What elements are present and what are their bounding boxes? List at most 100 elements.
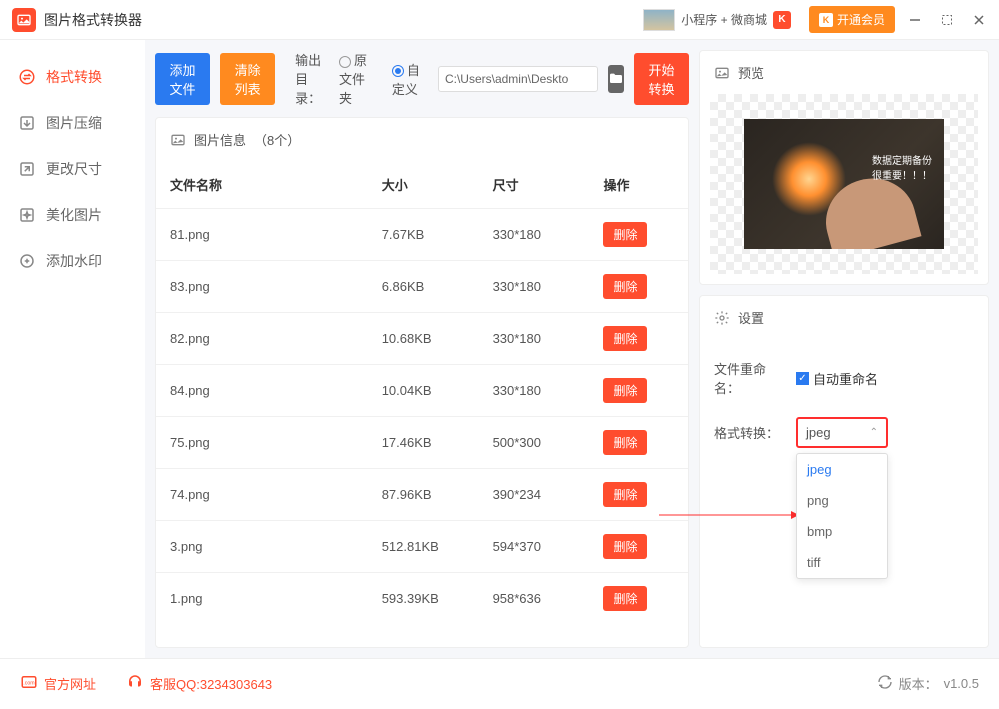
settings-title: 设置	[738, 308, 764, 327]
delete-button[interactable]: 删除	[603, 586, 647, 611]
cell-dim: 390*234	[493, 487, 604, 502]
format-option-png[interactable]: png	[797, 485, 887, 516]
preview-canvas: 数据定期备份很重要！！！	[710, 94, 978, 274]
table-row[interactable]: 84.png10.04KB330*180删除	[156, 364, 688, 416]
vip-label: 开通会员	[837, 11, 885, 28]
delete-button[interactable]: 删除	[603, 326, 647, 351]
table-row[interactable]: 1.png593.39KB958*636删除	[156, 572, 688, 624]
preview-panel: 预览 数据定期备份很重要！！！	[699, 50, 989, 285]
table-row[interactable]: 3.png512.81KB594*370删除	[156, 520, 688, 572]
table-title: 图片信息	[194, 130, 246, 149]
cell-name: 83.png	[170, 279, 382, 294]
cell-name: 74.png	[170, 487, 382, 502]
sidebar-item-beautify[interactable]: 美化图片	[18, 192, 145, 238]
vip-button[interactable]: K 开通会员	[809, 6, 895, 33]
svg-text:.com: .com	[23, 680, 35, 686]
resize-icon	[18, 160, 36, 178]
maximize-button[interactable]	[939, 12, 955, 28]
cell-name: 82.png	[170, 331, 382, 346]
sidebar-item-format[interactable]: 格式转换	[18, 54, 145, 100]
cell-name: 84.png	[170, 383, 382, 398]
vip-badge-icon: K	[819, 13, 833, 27]
delete-button[interactable]: 删除	[603, 482, 647, 507]
sidebar-item-resize[interactable]: 更改尺寸	[18, 146, 145, 192]
auto-rename-checkbox[interactable]: ✓自动重命名	[796, 369, 878, 388]
version-link[interactable]: 版本： v1.0.5	[877, 674, 979, 693]
radio-custom-folder[interactable]: 自定义	[392, 60, 420, 98]
titlebar: 图片格式转换器 小程序 + 微商城 K K 开通会员	[0, 0, 999, 40]
table-row[interactable]: 81.png7.67KB330*180删除	[156, 208, 688, 260]
rename-row: 文件重命名： ✓自动重命名	[714, 349, 974, 407]
stamp-icon	[18, 252, 36, 270]
cell-dim: 958*636	[493, 591, 604, 606]
app-logo	[12, 8, 36, 32]
delete-button[interactable]: 删除	[603, 274, 647, 299]
clear-list-button[interactable]: 清除列表	[220, 53, 275, 105]
table-row[interactable]: 82.png10.68KB330*180删除	[156, 312, 688, 364]
table-row[interactable]: 83.png6.86KB330*180删除	[156, 260, 688, 312]
delete-button[interactable]: 删除	[603, 222, 647, 247]
sidebar-item-label: 添加水印	[46, 251, 102, 271]
close-button[interactable]	[971, 12, 987, 28]
preview-icon	[714, 65, 730, 81]
output-label: 输出目录：	[295, 50, 329, 107]
format-row: 格式转换： jpeg ⌃ jpeg png bmp tiff	[714, 407, 974, 458]
cell-size: 17.46KB	[382, 435, 493, 450]
col-act: 操作	[603, 175, 674, 194]
cell-dim: 330*180	[493, 227, 604, 242]
cell-size: 512.81KB	[382, 539, 493, 554]
table-row[interactable]: 74.png87.96KB390*234删除	[156, 468, 688, 520]
delete-button[interactable]: 删除	[603, 430, 647, 455]
format-select[interactable]: jpeg ⌃ jpeg png bmp tiff	[796, 417, 888, 448]
cell-name: 81.png	[170, 227, 382, 242]
cell-name: 75.png	[170, 435, 382, 450]
chevron-up-icon: ⌃	[870, 427, 878, 438]
website-icon: .com	[20, 673, 38, 694]
app-title: 图片格式转换器	[44, 10, 142, 30]
format-selected-value: jpeg	[806, 425, 831, 440]
cell-size: 87.96KB	[382, 487, 493, 502]
official-site-link[interactable]: .com 官方网址	[20, 673, 96, 694]
format-option-bmp[interactable]: bmp	[797, 516, 887, 547]
sidebar-item-watermark[interactable]: 添加水印	[18, 238, 145, 284]
cell-size: 10.68KB	[382, 331, 493, 346]
format-label: 格式转换：	[714, 423, 786, 442]
delete-button[interactable]: 删除	[603, 534, 647, 559]
browse-folder-button[interactable]	[608, 65, 624, 93]
promo-badge-icon: K	[773, 11, 791, 29]
sidebar: 格式转换 图片压缩 更改尺寸 美化图片 添加水印	[0, 40, 145, 658]
cell-dim: 330*180	[493, 331, 604, 346]
col-size: 大小	[382, 175, 493, 194]
sidebar-item-label: 格式转换	[46, 67, 102, 87]
cell-size: 10.04KB	[382, 383, 493, 398]
add-file-button[interactable]: 添加文件	[155, 53, 210, 105]
minimize-button[interactable]	[907, 12, 923, 28]
sidebar-item-label: 图片压缩	[46, 113, 102, 133]
format-option-jpeg[interactable]: jpeg	[797, 454, 887, 485]
settings-header: 设置	[700, 296, 988, 339]
gear-icon	[714, 310, 730, 326]
promo-text: 小程序 + 微商城	[681, 11, 767, 28]
file-table-panel: 图片信息（8个） 文件名称 大小 尺寸 操作 81.png7.67KB330*1…	[155, 117, 689, 648]
refresh-icon	[877, 674, 893, 693]
preview-header: 预览	[700, 51, 988, 94]
output-path-input[interactable]	[438, 66, 598, 92]
cell-name: 3.png	[170, 539, 382, 554]
cell-size: 7.67KB	[382, 227, 493, 242]
promo-area[interactable]: 小程序 + 微商城 K	[643, 9, 791, 31]
toolbar: 添加文件 清除列表 输出目录： 原文件夹 自定义 开始转换	[155, 50, 689, 107]
cell-dim: 330*180	[493, 383, 604, 398]
table-row[interactable]: 75.png17.46KB500*300删除	[156, 416, 688, 468]
delete-button[interactable]: 删除	[603, 378, 647, 403]
sidebar-item-compress[interactable]: 图片压缩	[18, 100, 145, 146]
customer-service-link[interactable]: 客服QQ:3234303643	[126, 673, 272, 694]
start-convert-button[interactable]: 开始转换	[634, 53, 689, 105]
headset-icon	[126, 673, 144, 694]
cell-name: 1.png	[170, 591, 382, 606]
sidebar-item-label: 美化图片	[46, 205, 102, 225]
format-option-tiff[interactable]: tiff	[797, 547, 887, 578]
radio-original-folder[interactable]: 原文件夹	[339, 50, 374, 107]
compress-icon	[18, 114, 36, 132]
rename-label: 文件重命名：	[714, 359, 786, 397]
format-dropdown: jpeg png bmp tiff	[796, 453, 888, 579]
